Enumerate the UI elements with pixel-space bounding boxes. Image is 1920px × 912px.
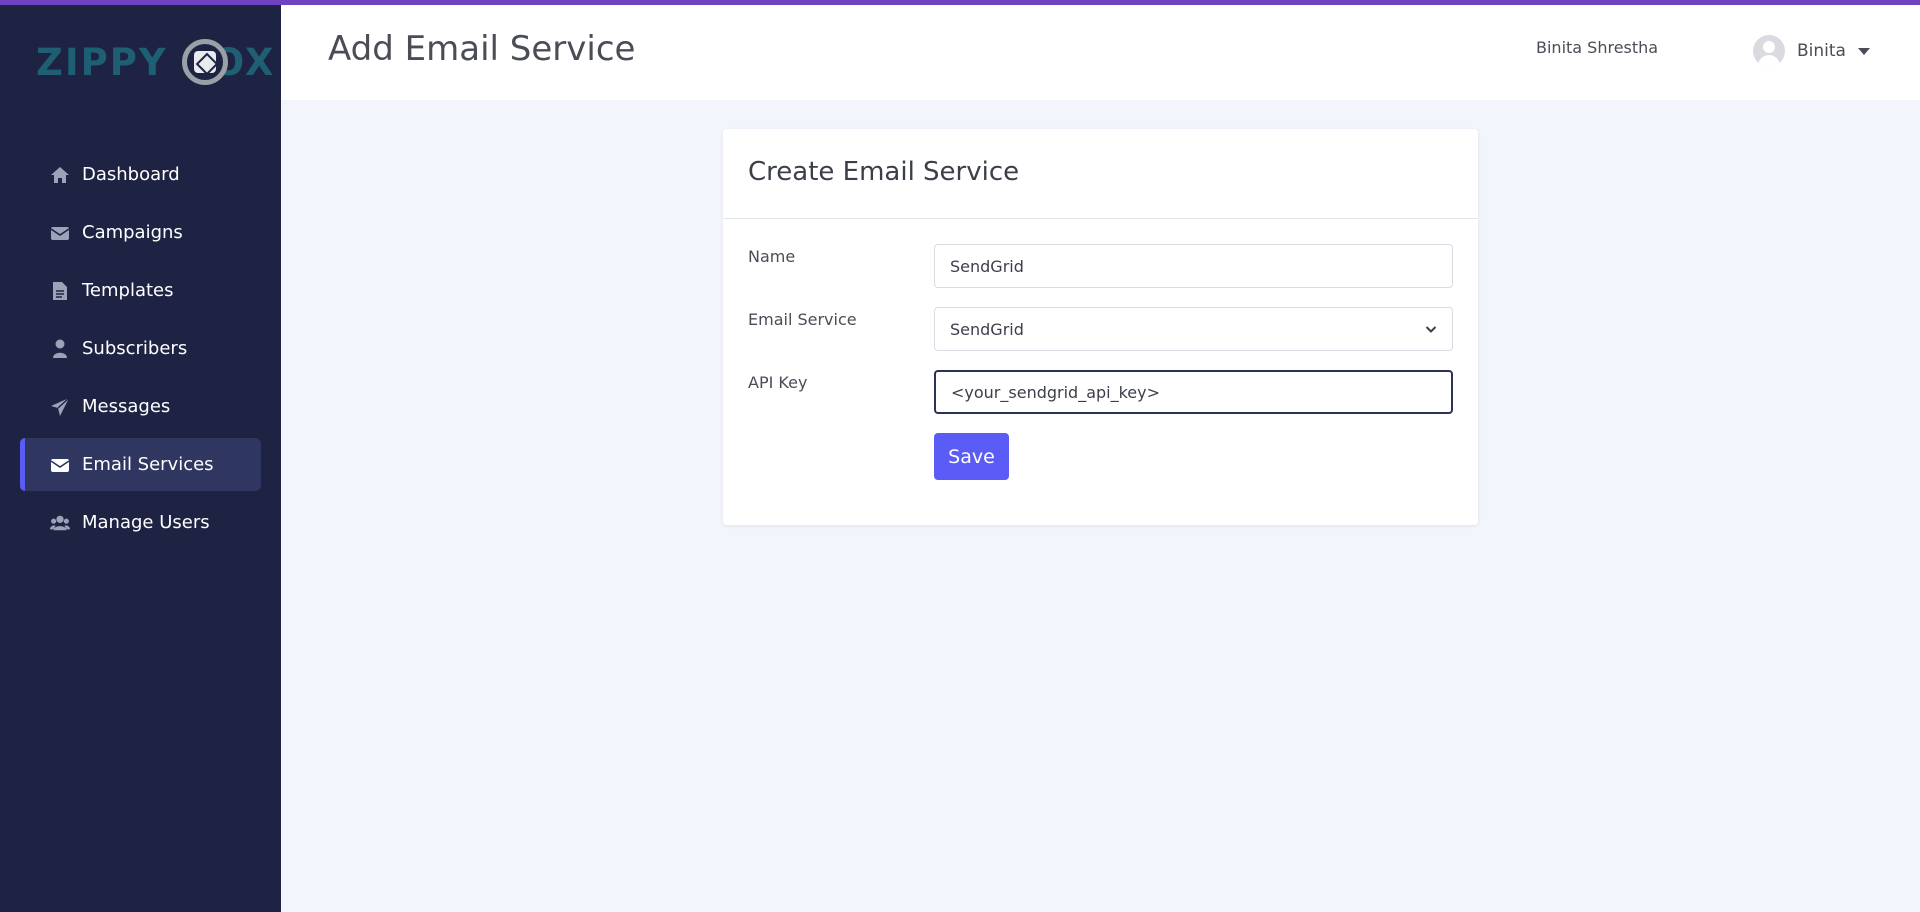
home-icon [50,165,70,185]
save-button[interactable]: Save [934,433,1009,480]
sidebar-item-label: Dashboard [82,164,180,185]
sidebar-item-messages[interactable]: Messages [20,380,261,433]
header: Add Email Service Binita Shrestha Binita [281,5,1920,100]
card-title: Create Email Service [748,157,1020,187]
users-icon [50,513,70,533]
page-title: Add Email Service [328,29,636,69]
user-name: Binita [1797,41,1846,61]
api-key-row: API Key [748,370,1453,414]
sidebar-item-email-services[interactable]: Email Services [20,438,261,491]
logo-text: ZIPPY BOX [36,40,276,84]
user-fullname: Binita Shrestha [1536,38,1659,57]
sidebar-item-label: Templates [82,280,174,301]
name-field[interactable] [934,244,1453,288]
sidebar-item-label: Messages [82,396,171,417]
email-service-label: Email Service [748,310,857,329]
file-icon [50,281,70,301]
sidebar-item-subscribers[interactable]: Subscribers [20,322,261,375]
user-menu[interactable]: Binita [1753,33,1870,69]
card-header: Create Email Service [723,129,1478,219]
sidebar-item-templates[interactable]: Templates [20,264,261,317]
sidebar-item-label: Manage Users [82,512,210,533]
chevron-down-icon [1425,323,1437,335]
sidebar: ZIPPY BOX Dashboard Campaigns Templates [0,0,281,912]
email-service-row: Email Service SendGrid [748,307,1453,351]
api-key-field[interactable] [934,370,1453,414]
api-key-label: API Key [748,373,808,392]
user-icon [50,339,70,359]
sidebar-item-campaigns[interactable]: Campaigns [20,206,261,259]
name-label: Name [748,247,796,266]
sidebar-item-dashboard[interactable]: Dashboard [20,148,261,201]
envelope-icon [50,223,70,243]
logo-box-icon [182,39,228,85]
caret-down-icon [1857,47,1870,55]
sidebar-nav: Dashboard Campaigns Templates Subscriber… [20,148,261,554]
sidebar-item-label: Subscribers [82,338,188,359]
email-service-selected: SendGrid [950,319,1024,339]
sidebar-item-label: Campaigns [82,222,183,243]
logo[interactable]: ZIPPY BOX [36,38,275,86]
paper-plane-icon [50,396,70,417]
sidebar-item-label: Email Services [82,454,214,475]
top-accent-bar [0,0,1920,5]
email-service-select[interactable]: SendGrid [934,307,1453,351]
name-row: Name [748,244,1453,288]
create-email-service-card: Create Email Service Name Email Service … [723,129,1478,525]
sidebar-item-manage-users[interactable]: Manage Users [20,496,261,549]
envelope-icon [50,455,70,475]
avatar [1753,35,1785,67]
